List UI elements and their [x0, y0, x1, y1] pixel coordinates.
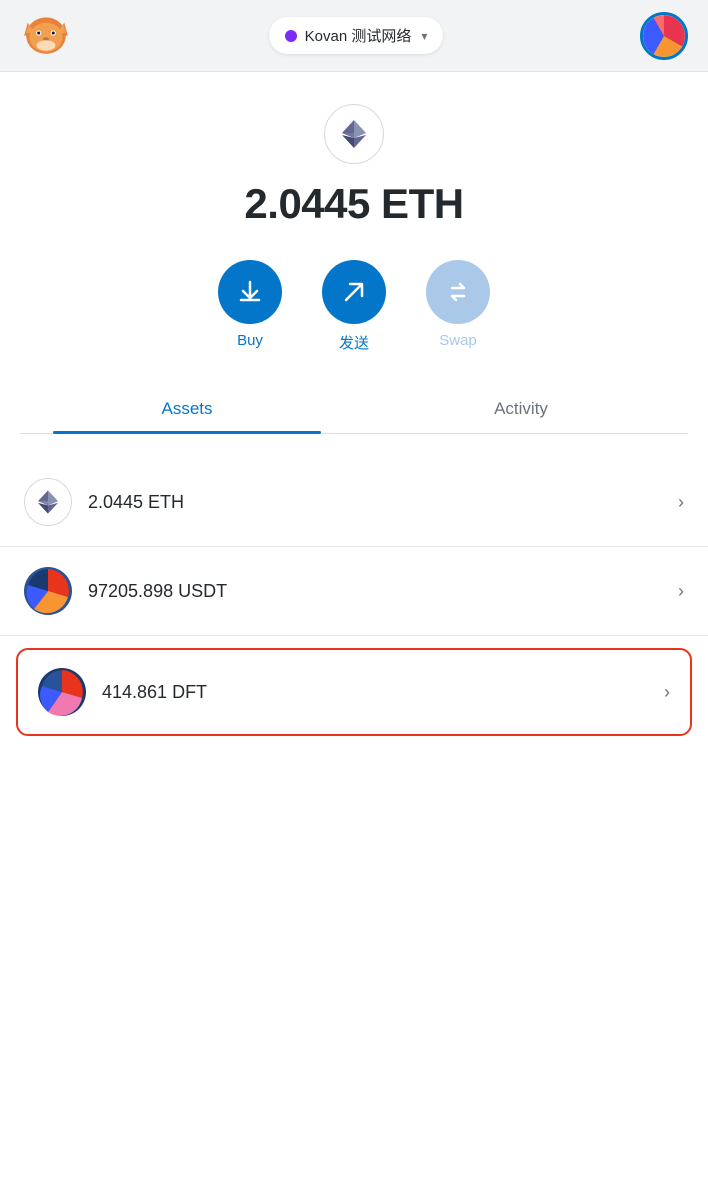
- dft-icon-graphic: [38, 668, 86, 716]
- tab-activity[interactable]: Activity: [354, 385, 688, 433]
- network-dot: [285, 30, 297, 42]
- ethereum-asset-icon: [33, 487, 63, 517]
- swap-button[interactable]: Swap: [426, 260, 490, 353]
- main-content: 2.0445 ETH Buy 发送: [0, 72, 708, 1192]
- dft-chevron-icon: ›: [664, 682, 670, 703]
- network-selector[interactable]: Kovan 测试网络 ▾: [269, 17, 444, 54]
- network-label: Kovan 测试网络: [305, 25, 412, 46]
- download-icon: [236, 278, 264, 306]
- tabs: Assets Activity: [20, 385, 688, 434]
- tab-assets[interactable]: Assets: [20, 385, 354, 433]
- metamask-logo: [20, 7, 72, 64]
- buy-label: Buy: [237, 332, 263, 349]
- eth-balance: 2.0445 ETH: [88, 492, 678, 513]
- wallet-section: 2.0445 ETH Buy 发送: [0, 72, 708, 458]
- buy-button[interactable]: Buy: [218, 260, 282, 353]
- avatar-graphic: [643, 15, 685, 57]
- send-icon: [340, 278, 368, 306]
- dft-balance: 414.861 DFT: [102, 682, 664, 703]
- asset-item-dft[interactable]: 414.861 DFT ›: [16, 648, 692, 736]
- usdt-chevron-icon: ›: [678, 581, 684, 602]
- send-icon-circle: [322, 260, 386, 324]
- send-button[interactable]: 发送: [322, 260, 386, 353]
- eth-icon-container: [324, 104, 384, 164]
- swap-label: Swap: [439, 332, 477, 349]
- chevron-down-icon: ▾: [421, 29, 427, 43]
- account-avatar[interactable]: [640, 12, 688, 60]
- buy-icon-circle: [218, 260, 282, 324]
- asset-item-eth[interactable]: 2.0445 ETH ›: [0, 458, 708, 547]
- action-buttons: Buy 发送 Swap: [218, 260, 490, 353]
- swap-icon: [444, 278, 472, 306]
- usdt-asset-icon: [24, 567, 72, 615]
- asset-item-usdt[interactable]: 97205.898 USDT ›: [0, 547, 708, 636]
- asset-list: 2.0445 ETH › 97205.898 USDT ›: [0, 458, 708, 736]
- ethereum-icon: [336, 116, 372, 152]
- send-label: 发送: [339, 332, 369, 353]
- usdt-icon-graphic: [24, 567, 72, 615]
- eth-asset-icon: [24, 478, 72, 526]
- dft-asset-icon: [38, 668, 86, 716]
- wallet-balance: 2.0445 ETH: [244, 180, 463, 228]
- eth-chevron-icon: ›: [678, 492, 684, 513]
- header: Kovan 测试网络 ▾: [0, 0, 708, 72]
- usdt-balance: 97205.898 USDT: [88, 581, 678, 602]
- swap-icon-circle: [426, 260, 490, 324]
